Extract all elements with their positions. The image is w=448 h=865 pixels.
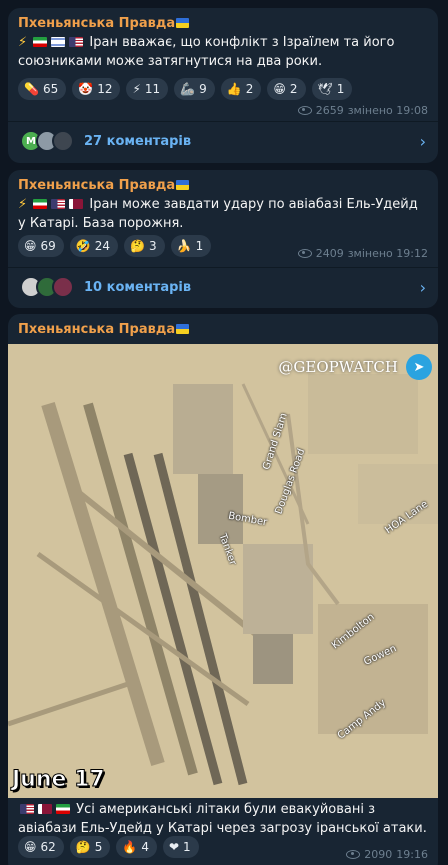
qatar-flag-icon xyxy=(38,804,52,814)
channel-post[interactable]: Пхеньянська Правда ⚡ Іран вважає, що кон… xyxy=(8,8,438,163)
chevron-right-icon: › xyxy=(419,277,426,297)
usa-flag-icon xyxy=(69,37,84,47)
ukraine-flag-icon xyxy=(176,180,190,190)
qatar-flag-icon xyxy=(69,199,84,209)
view-count: 2090 xyxy=(364,848,393,861)
reaction-button[interactable]: ❤ 1 xyxy=(162,836,199,858)
post-text: Усі американські літаки були евакуйовані… xyxy=(18,802,427,836)
reaction-button[interactable]: 🔥 4 xyxy=(116,836,157,858)
chevron-right-icon: › xyxy=(419,131,426,151)
post-meta: 2659 змінено 19:08 xyxy=(297,104,428,117)
reactions-bar: 💊 65 🤡 12 ⚡ 11 🦾 9 👍 2 😁 2 🕊 1 xyxy=(18,78,353,100)
eye-icon xyxy=(297,249,312,258)
reaction-button[interactable]: ⚡ 11 xyxy=(126,78,169,100)
reaction-button[interactable]: 😁 69 xyxy=(18,235,64,257)
reaction-button[interactable]: 🤔 3 xyxy=(124,235,165,257)
post-text: ⚡ Іран може завдати удару по авіабазі Ел… xyxy=(18,197,418,231)
channel-name[interactable]: Пхеньянська Правда xyxy=(8,314,438,337)
eye-icon xyxy=(346,850,361,859)
image-date: June 17 xyxy=(12,767,106,793)
reactions-bar: 😁 62 🤔 5 🔥 4 ❤ 1 xyxy=(18,836,199,858)
post-meta: 2090 19:16 xyxy=(346,848,428,861)
comments-count: 10 коментарів xyxy=(84,279,192,295)
lightning-icon: ⚡ xyxy=(18,35,28,50)
reaction-button[interactable]: 👍 2 xyxy=(220,78,262,100)
iran-flag-icon xyxy=(56,804,70,814)
lightning-icon: ⚡ xyxy=(18,197,28,212)
post-time: змінено 19:12 xyxy=(347,247,428,260)
comments-count: 27 коментарів xyxy=(84,133,192,149)
ukraine-flag-icon xyxy=(176,324,190,334)
avatar xyxy=(52,276,74,298)
eye-icon xyxy=(297,106,312,115)
reaction-button[interactable]: 🍌 1 xyxy=(170,235,212,257)
commenter-avatars: M xyxy=(20,130,74,152)
watermark: @GEOPWATCH xyxy=(278,358,398,376)
reaction-button[interactable]: 🤡 12 xyxy=(72,78,121,100)
reaction-button[interactable]: 🕊 1 xyxy=(311,78,353,100)
usa-flag-icon xyxy=(51,199,66,209)
avatar xyxy=(52,130,74,152)
reaction-button[interactable]: 🤔 5 xyxy=(69,836,111,858)
reaction-button[interactable]: 😁 62 xyxy=(18,836,64,858)
telegram-icon: ➤ xyxy=(406,354,432,380)
comments-button[interactable]: M 27 коментарів › xyxy=(8,122,438,160)
post-text: ⚡ Іран вважає, що конфлікт з Ізраїлем та… xyxy=(18,35,395,69)
reaction-button[interactable]: 💊 65 xyxy=(18,78,67,100)
reaction-button[interactable]: 😁 2 xyxy=(267,78,306,100)
airbase-map-graphic xyxy=(8,344,438,798)
satellite-image[interactable]: @GEOPWATCH ➤ Grand Slam Douglas Road Bom… xyxy=(8,344,438,798)
reaction-button[interactable]: 🦾 9 xyxy=(174,78,215,100)
post-time: змінено 19:08 xyxy=(347,104,428,117)
commenter-avatars xyxy=(20,276,74,298)
reaction-button[interactable]: 🤣 24 xyxy=(69,235,119,257)
iran-flag-icon xyxy=(33,37,48,47)
reactions-bar: 😁 69 🤣 24 🤔 3 🍌 1 xyxy=(18,235,212,257)
comments-button[interactable]: 10 коментарів › xyxy=(8,268,438,306)
iran-flag-icon xyxy=(33,199,48,209)
ukraine-flag-icon xyxy=(176,18,190,28)
channel-name[interactable]: Пхеньянська Правда xyxy=(8,8,438,31)
channel-name[interactable]: Пхеньянська Правда xyxy=(8,170,438,193)
view-count: 2659 xyxy=(315,104,344,117)
view-count: 2409 xyxy=(315,247,344,260)
israel-flag-icon xyxy=(51,37,66,47)
channel-post[interactable]: Пхеньянська Правда @GEOPWATCH ➤ Grand Sl… xyxy=(8,314,438,865)
post-meta: 2409 змінено 19:12 xyxy=(297,247,428,260)
channel-post[interactable]: Пхеньянська Правда ⚡ Іран може завдати у… xyxy=(8,170,438,308)
usa-flag-icon xyxy=(20,804,34,814)
post-time: 19:16 xyxy=(396,848,428,861)
